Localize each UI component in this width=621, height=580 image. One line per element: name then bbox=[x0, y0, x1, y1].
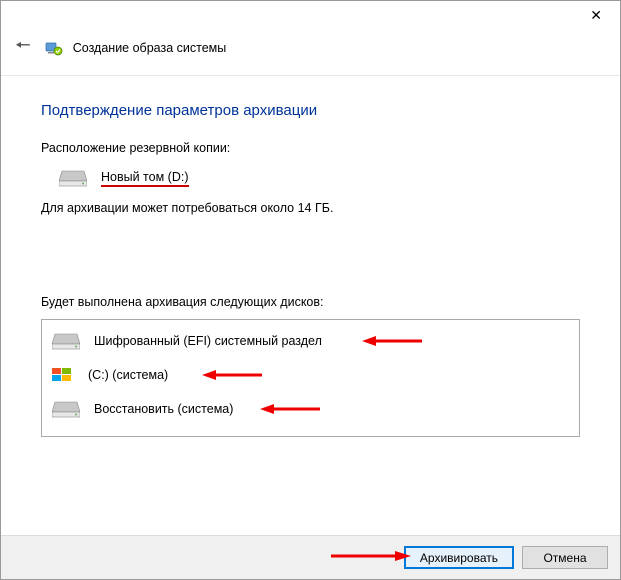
disks-label: Будет выполнена архивация следующих диск… bbox=[41, 295, 580, 309]
disk-name: Шифрованный (EFI) системный раздел bbox=[94, 334, 322, 348]
archive-button[interactable]: Архивировать bbox=[404, 546, 514, 569]
content-area: Подтверждение параметров архивации Распо… bbox=[1, 76, 620, 447]
disks-list: Шифрованный (EFI) системный раздел (C:) … bbox=[41, 319, 580, 437]
system-image-icon bbox=[45, 39, 63, 57]
page-heading: Подтверждение параметров архивации bbox=[41, 102, 580, 119]
drive-icon bbox=[52, 400, 80, 418]
disk-name: Восстановить (система) bbox=[94, 402, 233, 416]
destination-row: Новый том (D:) bbox=[41, 169, 580, 187]
drive-icon bbox=[59, 169, 87, 187]
close-icon[interactable]: ✕ bbox=[580, 5, 612, 26]
footer: Архивировать Отмена bbox=[1, 535, 620, 579]
list-item: Восстановить (система) bbox=[42, 392, 579, 426]
windows-icon bbox=[52, 366, 74, 384]
titlebar: ✕ bbox=[1, 1, 620, 29]
backup-location-label: Расположение резервной копии: bbox=[41, 141, 580, 155]
annotation-arrow-icon bbox=[202, 370, 262, 380]
header: 🠔 Создание образа системы bbox=[1, 29, 620, 76]
back-arrow-icon[interactable]: 🠔 bbox=[11, 33, 35, 63]
list-item: Шифрованный (EFI) системный раздел bbox=[42, 324, 579, 358]
drive-icon bbox=[52, 332, 80, 350]
cancel-button[interactable]: Отмена bbox=[522, 546, 608, 569]
window-title: Создание образа системы bbox=[73, 41, 226, 55]
annotation-arrow-icon bbox=[331, 550, 411, 565]
annotation-arrow-icon bbox=[362, 336, 422, 346]
annotation-arrow-icon bbox=[260, 404, 320, 414]
destination-name: Новый том (D:) bbox=[101, 170, 189, 187]
size-note: Для архивации может потребоваться около … bbox=[41, 201, 580, 215]
disk-name: (C:) (система) bbox=[88, 368, 168, 382]
list-item: (C:) (система) bbox=[42, 358, 579, 392]
